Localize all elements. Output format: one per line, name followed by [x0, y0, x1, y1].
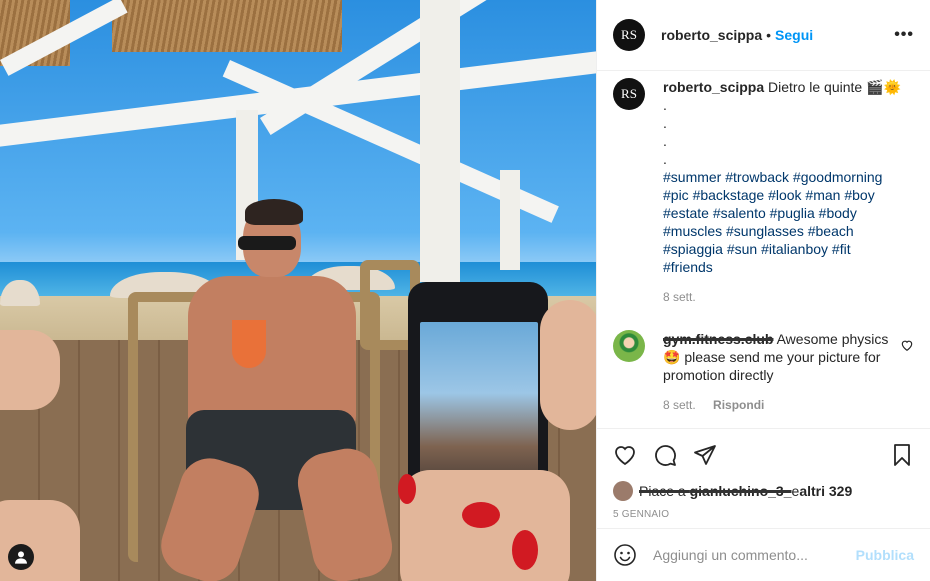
pergola-post — [500, 170, 520, 270]
avatar[interactable] — [613, 330, 645, 362]
caption-body: roberto_scippa Dietro le quinte 🎬🌞 . . .… — [663, 78, 903, 306]
paper-plane-icon[interactable] — [693, 443, 717, 467]
reply-button[interactable]: Rispondi — [713, 398, 764, 412]
post-header: RS roberto_scippa • Segui ••• — [597, 0, 930, 71]
comment-body: gym.fitness.club Awesome physics 🤩 pleas… — [663, 330, 889, 414]
red-nail — [462, 502, 500, 528]
tagged-users-button[interactable] — [8, 544, 34, 570]
action-icons — [613, 431, 914, 479]
heart-outline-icon[interactable] — [613, 443, 637, 467]
comment-username[interactable]: gym.fitness.club — [663, 331, 773, 347]
likes-summary: Piace a gianluchino_3_ e altri 329 — [613, 481, 914, 501]
caption-time[interactable]: 8 sett. — [663, 288, 903, 306]
likes-suffix: e — [791, 483, 800, 499]
post-dialog: RS roberto_scippa • Segui ••• RS roberto… — [0, 0, 930, 581]
heart-outline-icon[interactable] — [900, 338, 914, 352]
more-options-icon[interactable]: ••• — [894, 26, 914, 44]
liker-avatar[interactable] — [613, 481, 633, 501]
bookmark-icon[interactable] — [890, 443, 914, 467]
post-actions: Piace a gianluchino_3_ e altri 329 5 GEN… — [597, 428, 930, 528]
person-arm — [0, 330, 60, 410]
avatar[interactable]: RS — [613, 78, 645, 110]
post-date[interactable]: 5 GENNAIO — [613, 509, 914, 520]
comment: gym.fitness.club Awesome physics 🤩 pleas… — [613, 330, 914, 414]
separator: • — [766, 27, 772, 43]
person-arm — [0, 500, 80, 581]
man-hair — [245, 199, 303, 225]
red-nail — [512, 530, 538, 570]
comments-list[interactable]: RS roberto_scippa Dietro le quinte 🎬🌞 . … — [597, 72, 930, 428]
publish-button[interactable]: Pubblica — [856, 547, 914, 563]
caption-username[interactable]: roberto_scippa — [663, 79, 764, 95]
caption-dots: . . . . — [663, 97, 667, 167]
comment-composer: Pubblica — [597, 528, 930, 581]
avatar[interactable]: RS — [613, 19, 645, 51]
likes-others[interactable]: altri 329 — [799, 483, 852, 499]
user-icon — [15, 551, 27, 564]
caption-text: Dietro le quinte 🎬🌞 — [768, 79, 901, 95]
red-nail — [398, 474, 416, 504]
smiley-face-icon[interactable] — [613, 543, 637, 567]
comment-bubble-icon[interactable] — [653, 443, 677, 467]
person-arm — [540, 300, 596, 430]
likes-prefix: Piace a — [639, 483, 690, 499]
comment-meta: 8 sett. Rispondi — [663, 396, 889, 414]
username-link[interactable]: roberto_scippa — [661, 27, 762, 43]
follow-button[interactable]: Segui — [775, 27, 813, 43]
caption: RS roberto_scippa Dietro le quinte 🎬🌞 . … — [613, 78, 914, 306]
caption-hashtags[interactable]: #summer #trowback #goodmorning #pic #bac… — [663, 168, 903, 276]
comment-input[interactable] — [653, 547, 856, 563]
thatch-roof — [112, 0, 342, 52]
likes-text[interactable]: Piace a gianluchino_3_ — [639, 483, 792, 499]
post-photo[interactable] — [0, 0, 596, 581]
comment-time[interactable]: 8 sett. — [663, 398, 696, 412]
spritz-glass — [232, 320, 266, 368]
pergola-post — [420, 0, 460, 282]
sunglasses — [238, 236, 296, 250]
post-side-panel: RS roberto_scippa • Segui ••• RS roberto… — [596, 0, 930, 581]
liker-username[interactable]: gianluchino_3_ — [690, 483, 792, 499]
